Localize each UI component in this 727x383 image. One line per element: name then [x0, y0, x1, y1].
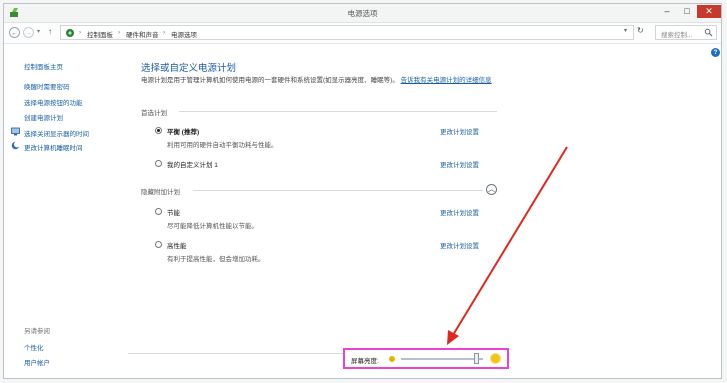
sidebar-item-display-off[interactable]: 选择关闭显示器的时间: [24, 128, 89, 138]
up-arrow-icon[interactable]: ↑: [48, 27, 52, 36]
brightness-label: 屏幕亮度:: [351, 358, 379, 365]
brightness-slider[interactable]: [401, 358, 483, 360]
group-divider: [193, 190, 483, 191]
main-content: 选择或自定义电源计划 电源计划是用于管理计算机如何使用电源的一套硬件和系统设置(…: [141, 44, 721, 378]
sidebar-item-control-panel-home[interactable]: 控制面板主页: [24, 61, 63, 71]
search-input[interactable]: 搜索控制...: [655, 25, 717, 40]
search-icon[interactable]: [704, 28, 713, 37]
radio-custom-plan-1[interactable]: [155, 160, 162, 167]
power-options-window: 电源选项 – □ ✕ ← → ▾ ↑ › 控制面板 › 硬件和声音 › 电源选项…: [3, 3, 722, 379]
close-button[interactable]: ✕: [697, 5, 721, 18]
address-bar: ← → ▾ ↑ › 控制面板 › 硬件和声音 › 电源选项 搜索控制...: [4, 23, 721, 44]
see-also-heading: 另请参阅: [24, 328, 50, 335]
power-plan-info-link[interactable]: 告诉我有关电源计划的详细信息: [401, 77, 492, 84]
refresh-icon[interactable]: ↻: [637, 26, 644, 35]
control-panel-icon: [66, 29, 74, 37]
title-bar: 电源选项 – □ ✕: [4, 4, 721, 23]
sidebar-item-create-plan[interactable]: 创建电源计划: [24, 112, 63, 122]
sidebar-item-sleep-time[interactable]: 更改计算机睡眠时间: [24, 142, 83, 152]
address-dropdown-chevron-icon[interactable]: ▾: [624, 27, 627, 34]
page-title: 选择或自定义电源计划: [141, 63, 237, 74]
brightness-highlight-box: 屏幕亮度:: [343, 348, 509, 369]
change-plan-settings-power-saver[interactable]: 更改计划设置: [440, 207, 479, 217]
minimize-button[interactable]: –: [657, 5, 677, 18]
search-placeholder: 搜索控制...: [661, 32, 693, 39]
plan-desc-balanced: 利用可用的硬件自动平衡功耗与性能。: [167, 142, 278, 149]
breadcrumb-separator: ›: [163, 29, 166, 36]
address-field[interactable]: › 控制面板 › 硬件和声音 › 电源选项: [60, 25, 634, 40]
bright-sun-icon: [491, 354, 500, 363]
chevron-up-icon[interactable]: ︿: [486, 184, 497, 195]
breadcrumb-separator: ›: [79, 29, 82, 36]
dim-sun-icon: [389, 356, 395, 362]
change-plan-settings-custom-1[interactable]: 更改计划设置: [440, 159, 479, 169]
radio-balanced[interactable]: [155, 127, 162, 134]
recent-locations-chevron-icon[interactable]: ▾: [37, 28, 40, 35]
monitor-icon: [11, 127, 20, 136]
maximize-button[interactable]: □: [677, 5, 697, 18]
sidebar-item-user-accounts[interactable]: 用户帐户: [24, 357, 50, 367]
radio-power-saver[interactable]: [155, 208, 162, 215]
sidebar-item-power-button[interactable]: 选择电源按钮的功能: [24, 97, 83, 107]
hide-additional-plans-label[interactable]: 隐藏附加计划: [141, 186, 180, 196]
sidebar-item-personalization[interactable]: 个性化: [24, 342, 44, 352]
brightness-slider-thumb[interactable]: [473, 353, 479, 364]
breadcrumb-power-options[interactable]: 电源选项: [171, 29, 197, 39]
preferred-plans-label: 首选计划: [141, 110, 167, 117]
plan-name-high-performance: 高性能: [167, 243, 187, 250]
plan-desc-high-performance: 有利于提高性能，但会增加功耗。: [167, 256, 265, 263]
group-divider: [179, 111, 497, 112]
sidebar-item-require-password[interactable]: 唤醒时需要密码: [24, 81, 70, 91]
page-description: 电源计划是用于管理计算机如何使用电源的一套硬件和系统设置(如显示器亮度、睡眠等)…: [141, 76, 496, 86]
sidebar: 控制面板主页 唤醒时需要密码 选择电源按钮的功能 创建电源计划 选择关闭显示器的…: [4, 44, 122, 378]
breadcrumb-control-panel[interactable]: 控制面板: [87, 29, 113, 39]
plan-name-custom-1: 我的自定义计划 1: [167, 162, 218, 169]
breadcrumb-separator: ›: [118, 29, 121, 36]
moon-icon: [11, 141, 20, 150]
breadcrumb-hardware-sound[interactable]: 硬件和声音: [126, 29, 159, 39]
change-plan-settings-high-performance[interactable]: 更改计划设置: [440, 240, 479, 250]
description-text: 电源计划是用于管理计算机如何使用电源的一套硬件和系统设置(如显示器亮度、睡眠等)…: [141, 77, 399, 84]
plan-name-power-saver: 节能: [167, 210, 180, 217]
back-arrow-icon[interactable]: ←: [9, 27, 20, 38]
window-title: 电源选项: [347, 9, 378, 18]
plan-desc-power-saver: 尽可能降低计算机性能以节能。: [167, 223, 258, 230]
plan-name-balanced: 平衡 (推荐): [167, 129, 200, 136]
radio-high-performance[interactable]: [155, 241, 162, 248]
forward-arrow-icon[interactable]: →: [23, 27, 34, 38]
change-plan-settings-balanced[interactable]: 更改计划设置: [440, 126, 479, 136]
